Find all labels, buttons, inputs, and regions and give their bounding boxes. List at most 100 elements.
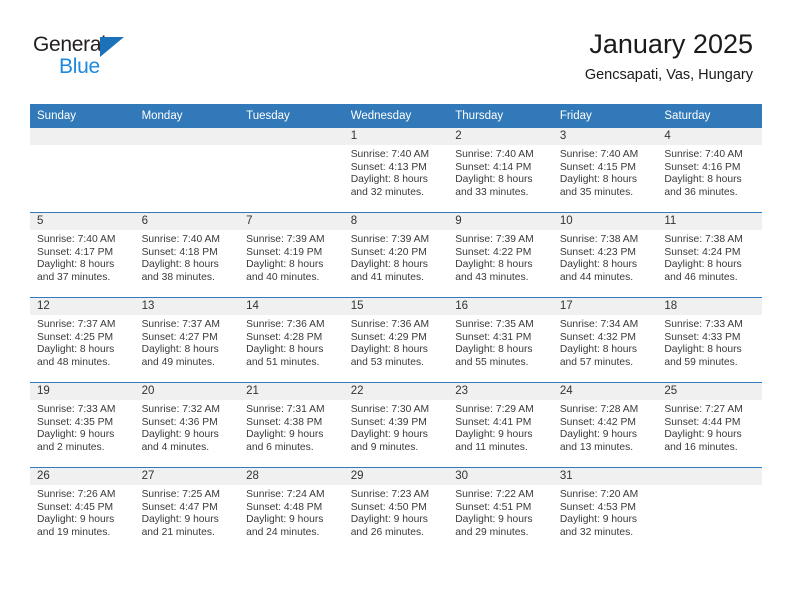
daylight-text-cont: and 33 minutes. xyxy=(455,186,529,198)
day-cell-inner: 17 Sunrise: 7:34 AM Sunset: 4:32 PM Dayligh… xyxy=(552,298,658,382)
sunset-text: Sunset: 4:20 PM xyxy=(350,246,427,258)
weekday-header-sunday: Sunday xyxy=(30,104,135,128)
day-cell[interactable]: 1 Sunrise: 7:40 AM Sunset: 4:13 PM Daylight… xyxy=(343,128,449,213)
day-cell[interactable]: 17 Sunrise: 7:34 AM Sunset: 4:32 PM Dayligh… xyxy=(552,297,658,383)
day-number: 20 xyxy=(134,383,240,400)
daylight-text: Daylight: 8 hours xyxy=(37,344,115,356)
day-cell-empty xyxy=(30,128,135,213)
sunrise-text: Sunrise: 7:39 AM xyxy=(350,234,430,245)
day-cell[interactable]: 24 Sunrise: 7:28 AM Sunset: 4:42 PM Dayligh… xyxy=(552,382,658,468)
day-cell[interactable]: 13 Sunrise: 7:37 AM Sunset: 4:27 PM Dayligh… xyxy=(134,297,240,383)
day-details: Sunrise: 7:22 AM Sunset: 4:51 PM Daylight:… xyxy=(448,485,553,539)
daylight-text: Daylight: 9 hours xyxy=(37,429,115,441)
day-cell[interactable]: 22 Sunrise: 7:30 AM Sunset: 4:39 PM Dayligh… xyxy=(343,382,449,468)
daylight-text-cont: and 55 minutes. xyxy=(455,356,529,368)
day-cell[interactable]: 3 Sunrise: 7:40 AM Sunset: 4:15 PM Daylight… xyxy=(552,128,658,213)
daylight-text: Daylight: 9 hours xyxy=(664,429,742,441)
day-cell-inner: 5 Sunrise: 7:40 AM Sunset: 4:17 PM Daylight… xyxy=(30,213,135,297)
day-details: Sunrise: 7:31 AM Sunset: 4:38 PM Daylight:… xyxy=(239,400,344,454)
day-cell[interactable]: 28 Sunrise: 7:24 AM Sunset: 4:48 PM Dayligh… xyxy=(239,467,344,552)
daylight-text: Daylight: 9 hours xyxy=(455,429,533,441)
day-cell[interactable]: 6 Sunrise: 7:40 AM Sunset: 4:18 PM Daylight… xyxy=(134,212,240,298)
daylight-text-cont: and 51 minutes. xyxy=(246,356,320,368)
day-cell[interactable]: 7 Sunrise: 7:39 AM Sunset: 4:19 PM Daylight… xyxy=(239,212,344,298)
day-details: Sunrise: 7:20 AM Sunset: 4:53 PM Daylight:… xyxy=(553,485,658,539)
day-cell-inner: 19 Sunrise: 7:33 AM Sunset: 4:35 PM Dayligh… xyxy=(30,383,135,467)
day-cell[interactable]: 19 Sunrise: 7:33 AM Sunset: 4:35 PM Dayligh… xyxy=(30,382,135,468)
day-cell[interactable]: 30 Sunrise: 7:22 AM Sunset: 4:51 PM Dayligh… xyxy=(448,467,553,552)
sunset-text: Sunset: 4:48 PM xyxy=(246,501,323,513)
sunrise-text: Sunrise: 7:31 AM xyxy=(246,404,325,415)
sunset-text: Sunset: 4:28 PM xyxy=(246,331,323,343)
day-cell[interactable]: 9 Sunrise: 7:39 AM Sunset: 4:22 PM Daylight… xyxy=(448,212,553,298)
day-cell[interactable]: 5 Sunrise: 7:40 AM Sunset: 4:17 PM Daylight… xyxy=(30,212,135,298)
day-cell[interactable]: 10 Sunrise: 7:38 AM Sunset: 4:23 PM Dayligh… xyxy=(552,212,658,298)
sunset-text: Sunset: 4:42 PM xyxy=(559,416,636,428)
day-cell-inner: 12 Sunrise: 7:37 AM Sunset: 4:25 PM Dayligh… xyxy=(30,298,135,382)
day-number: 13 xyxy=(134,298,240,315)
day-cell[interactable]: 8 Sunrise: 7:39 AM Sunset: 4:20 PM Daylight… xyxy=(343,212,449,298)
day-details: Sunrise: 7:37 AM Sunset: 4:25 PM Daylight:… xyxy=(30,315,135,369)
sunrise-text: Sunrise: 7:40 AM xyxy=(37,234,116,245)
sunrise-text: Sunrise: 7:38 AM xyxy=(559,234,639,245)
day-cell[interactable]: 12 Sunrise: 7:37 AM Sunset: 4:25 PM Dayligh… xyxy=(30,297,135,383)
day-number: 14 xyxy=(239,298,344,315)
day-number xyxy=(657,468,762,485)
sunrise-text: Sunrise: 7:27 AM xyxy=(664,404,743,415)
day-cell-inner: 31 Sunrise: 7:20 AM Sunset: 4:53 PM Dayligh… xyxy=(552,468,658,552)
daylight-text-cont: and 48 minutes. xyxy=(37,356,111,368)
sunset-text: Sunset: 4:39 PM xyxy=(350,416,427,428)
day-details: Sunrise: 7:40 AM Sunset: 4:18 PM Daylight:… xyxy=(135,230,240,284)
day-cell-inner: 30 Sunrise: 7:22 AM Sunset: 4:51 PM Dayligh… xyxy=(448,468,553,552)
day-cell[interactable]: 11 Sunrise: 7:38 AM Sunset: 4:24 PM Dayligh… xyxy=(657,212,762,298)
day-details xyxy=(30,145,135,149)
day-cell[interactable]: 18 Sunrise: 7:33 AM Sunset: 4:33 PM Dayligh… xyxy=(657,297,762,383)
day-cell[interactable]: 2 Sunrise: 7:40 AM Sunset: 4:14 PM Daylight… xyxy=(448,128,553,213)
day-details: Sunrise: 7:36 AM Sunset: 4:28 PM Daylight:… xyxy=(239,315,344,369)
sunrise-text: Sunrise: 7:33 AM xyxy=(37,404,116,415)
day-number: 9 xyxy=(448,213,553,230)
day-cell[interactable]: 4 Sunrise: 7:40 AM Sunset: 4:16 PM Daylight… xyxy=(657,128,762,213)
daylight-text-cont: and 41 minutes. xyxy=(350,271,424,283)
day-number: 7 xyxy=(239,213,344,230)
day-number: 28 xyxy=(239,468,344,485)
day-number: 26 xyxy=(30,468,135,485)
day-cell[interactable]: 20 Sunrise: 7:32 AM Sunset: 4:36 PM Dayligh… xyxy=(134,382,240,468)
day-details: Sunrise: 7:38 AM Sunset: 4:23 PM Daylight:… xyxy=(553,230,658,284)
daylight-text-cont: and 37 minutes. xyxy=(37,271,111,283)
general-blue-logo[interactable]: General Blue xyxy=(33,33,153,85)
daylight-text: Daylight: 9 hours xyxy=(455,514,533,526)
sunset-text: Sunset: 4:38 PM xyxy=(246,416,323,428)
day-cell[interactable]: 15 Sunrise: 7:36 AM Sunset: 4:29 PM Dayligh… xyxy=(343,297,449,383)
daylight-text: Daylight: 8 hours xyxy=(455,344,533,356)
daylight-text-cont: and 24 minutes. xyxy=(246,526,320,538)
daylight-text-cont: and 11 minutes. xyxy=(455,441,528,453)
week-row: 5 Sunrise: 7:40 AM Sunset: 4:17 PM Daylight… xyxy=(30,212,762,298)
day-cell[interactable]: 21 Sunrise: 7:31 AM Sunset: 4:38 PM Dayligh… xyxy=(239,382,344,468)
day-cell[interactable]: 16 Sunrise: 7:35 AM Sunset: 4:31 PM Dayligh… xyxy=(448,297,553,383)
day-number: 17 xyxy=(552,298,658,315)
day-cell[interactable]: 29 Sunrise: 7:23 AM Sunset: 4:50 PM Dayligh… xyxy=(343,467,449,552)
day-cell[interactable]: 25 Sunrise: 7:27 AM Sunset: 4:44 PM Dayligh… xyxy=(657,382,762,468)
day-cell-inner: 10 Sunrise: 7:38 AM Sunset: 4:23 PM Dayligh… xyxy=(552,213,658,297)
day-cell[interactable]: 27 Sunrise: 7:25 AM Sunset: 4:47 PM Dayligh… xyxy=(134,467,240,552)
day-number: 31 xyxy=(552,468,658,485)
day-cell[interactable]: 31 Sunrise: 7:20 AM Sunset: 4:53 PM Dayligh… xyxy=(552,467,658,552)
day-cell-inner xyxy=(30,128,135,212)
daylight-text: Daylight: 9 hours xyxy=(350,514,428,526)
day-details: Sunrise: 7:33 AM Sunset: 4:35 PM Daylight:… xyxy=(30,400,135,454)
sunrise-text: Sunrise: 7:38 AM xyxy=(664,234,743,245)
sunrise-text: Sunrise: 7:40 AM xyxy=(455,149,534,160)
day-cell-inner xyxy=(134,128,240,212)
day-number: 15 xyxy=(343,298,449,315)
day-cell[interactable]: 23 Sunrise: 7:29 AM Sunset: 4:41 PM Dayligh… xyxy=(448,382,553,468)
sunrise-text: Sunrise: 7:40 AM xyxy=(141,234,220,245)
sunrise-text: Sunrise: 7:35 AM xyxy=(455,319,534,330)
day-cell[interactable]: 26 Sunrise: 7:26 AM Sunset: 4:45 PM Dayligh… xyxy=(30,467,135,552)
day-details: Sunrise: 7:38 AM Sunset: 4:24 PM Daylight:… xyxy=(657,230,762,284)
sunrise-text: Sunrise: 7:37 AM xyxy=(141,319,220,330)
day-details: Sunrise: 7:37 AM Sunset: 4:27 PM Daylight:… xyxy=(135,315,240,369)
day-cell[interactable]: 14 Sunrise: 7:36 AM Sunset: 4:28 PM Dayligh… xyxy=(239,297,344,383)
sunrise-text: Sunrise: 7:22 AM xyxy=(455,489,534,500)
daylight-text: Daylight: 8 hours xyxy=(559,259,638,271)
